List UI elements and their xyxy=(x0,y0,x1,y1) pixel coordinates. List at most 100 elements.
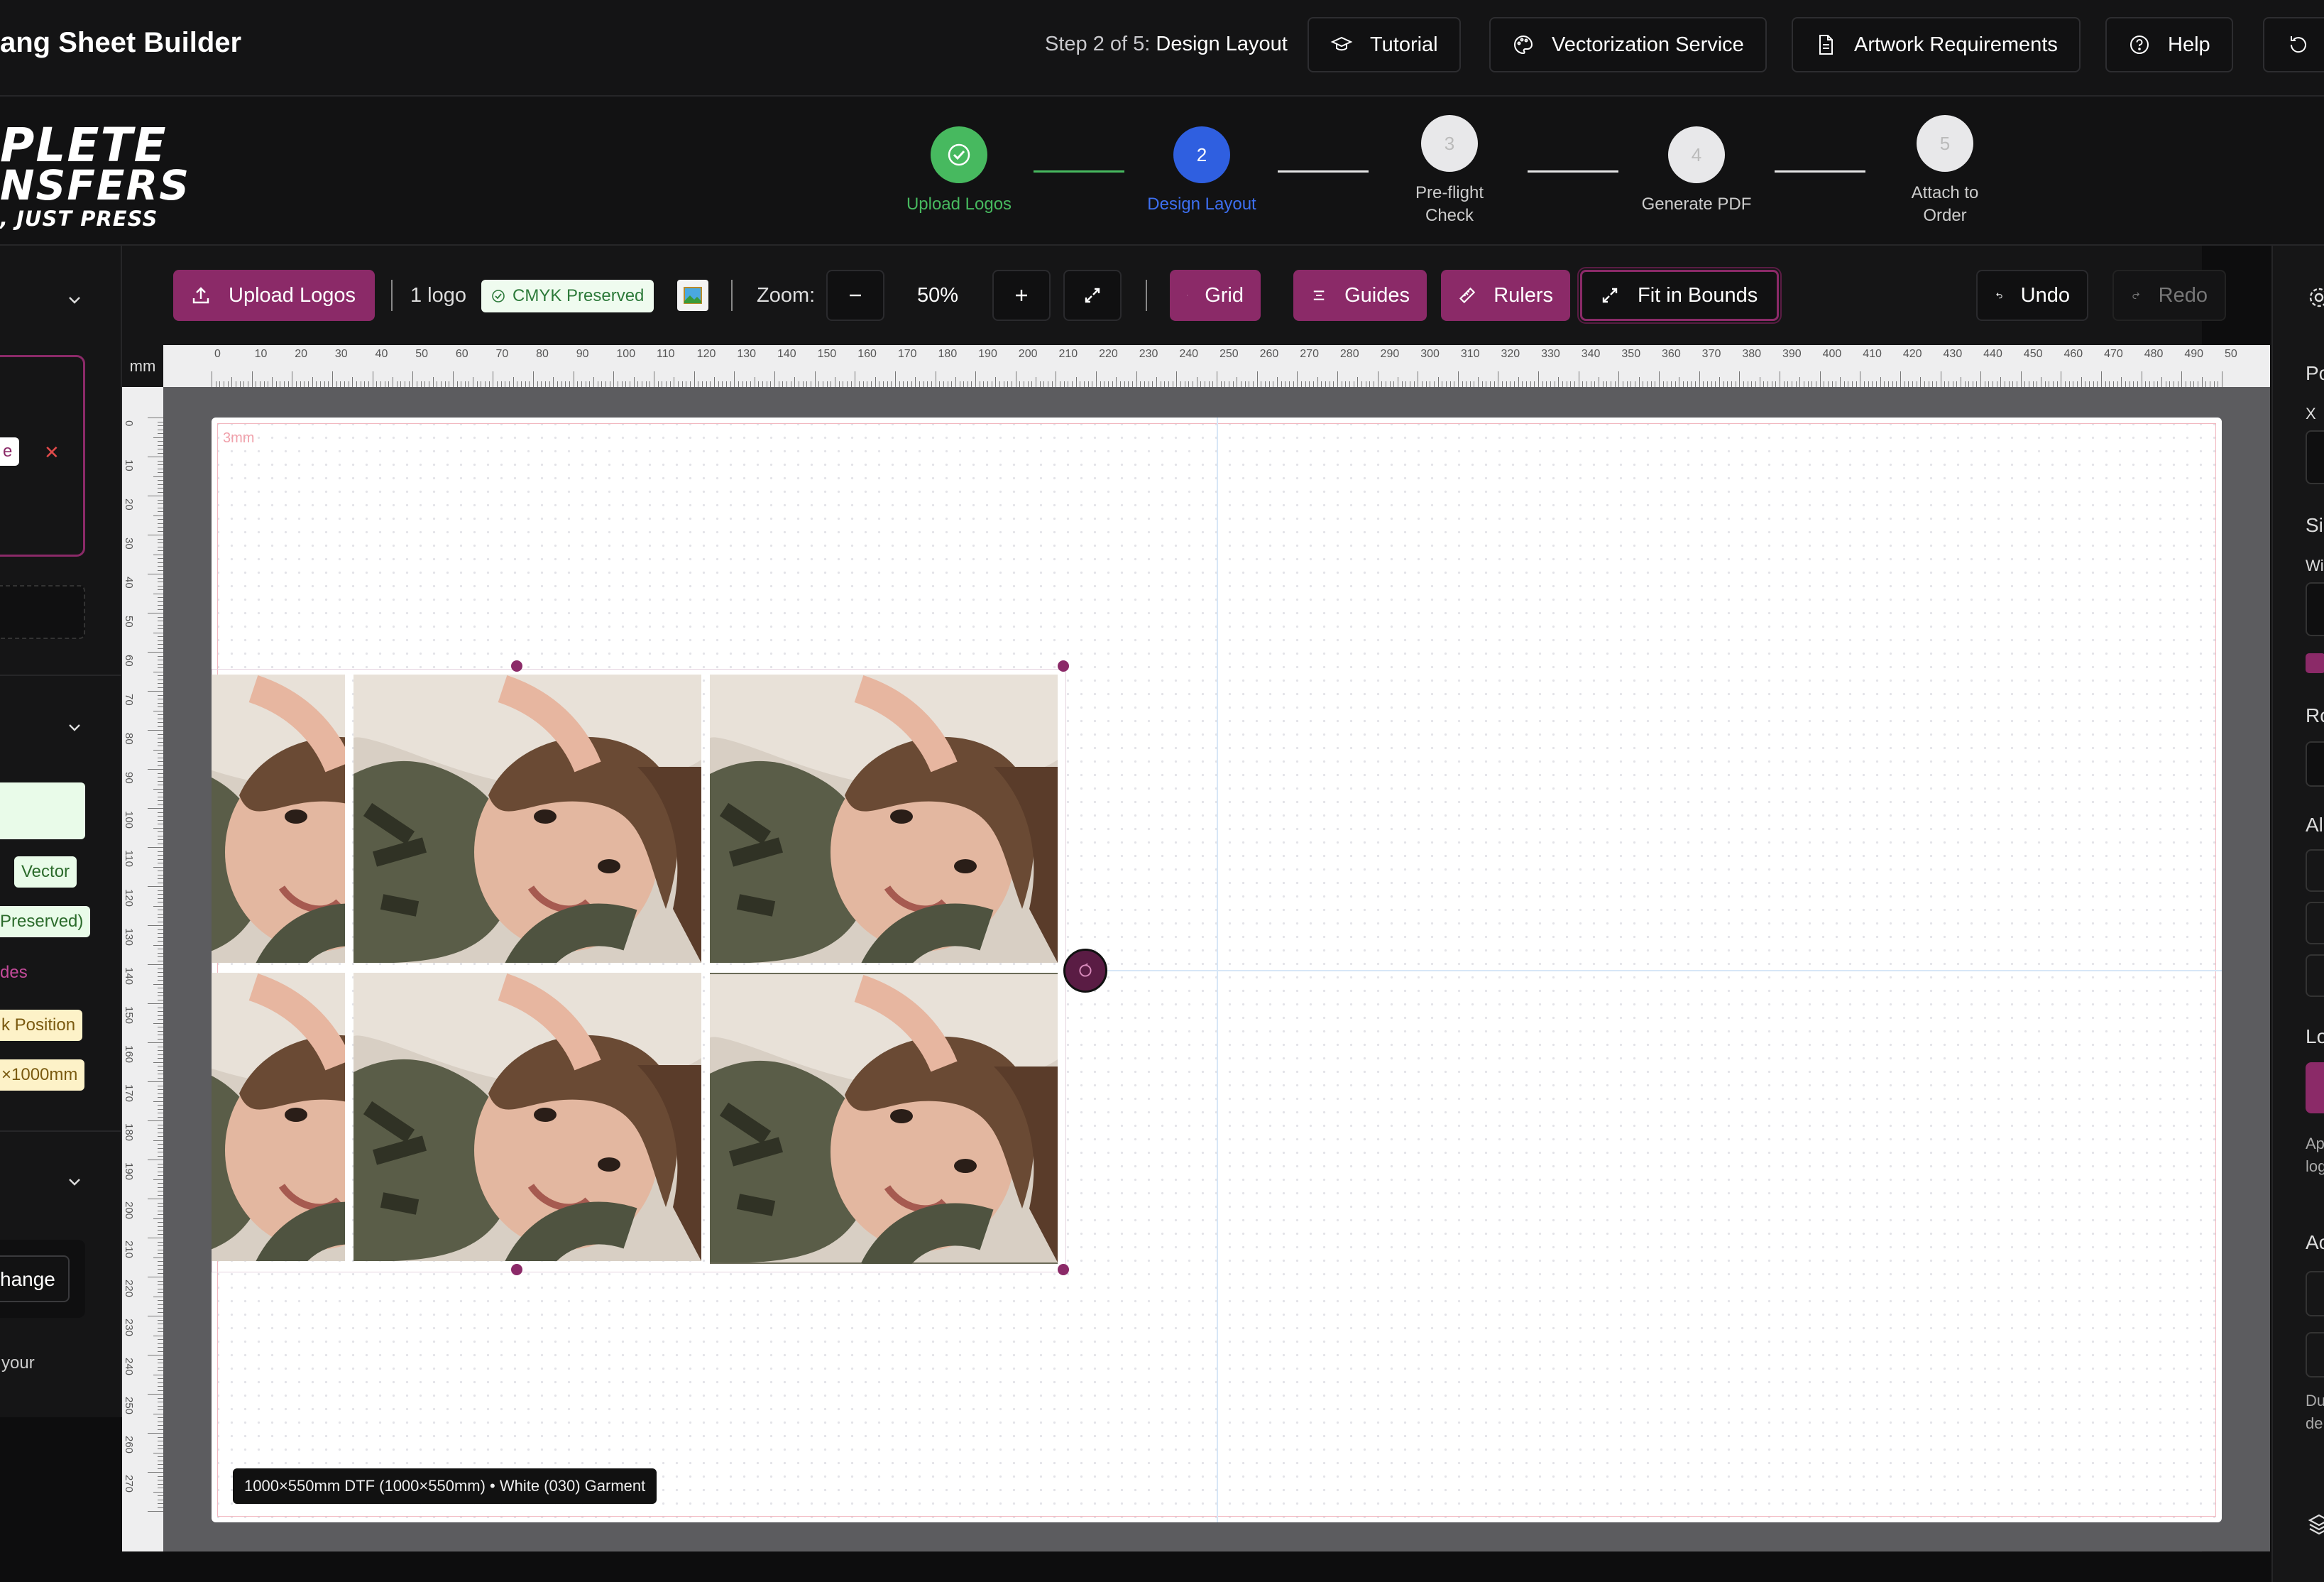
logo-tile[interactable] xyxy=(710,675,1058,963)
guides-toggle[interactable]: Guides xyxy=(1293,270,1427,321)
chevron-down-icon[interactable] xyxy=(65,1173,84,1191)
help-button[interactable]: Help xyxy=(2105,17,2233,72)
remove-x-icon[interactable]: ✕ xyxy=(44,442,60,464)
vectorization-button[interactable]: Vectorization Service xyxy=(1489,17,1767,72)
ruler-tick xyxy=(424,381,426,387)
step-generate-pdf[interactable]: 4 Generate PDF xyxy=(1611,126,1782,216)
width-input[interactable] xyxy=(2306,582,2324,636)
resize-handle[interactable] xyxy=(1058,1264,1069,1275)
ruler-tick xyxy=(1856,381,1857,387)
ruler-tick xyxy=(1345,381,1347,387)
ruler-tick xyxy=(158,491,163,493)
step-attach-order[interactable]: 5 Attach to Order xyxy=(1860,115,2030,227)
change-button[interactable]: hange xyxy=(0,1255,70,1302)
logo-tile[interactable] xyxy=(353,973,701,1261)
rotation-input[interactable] xyxy=(2306,741,2324,787)
step-upload-logos[interactable]: Upload Logos xyxy=(874,126,1044,216)
ruler-tick xyxy=(1445,381,1447,387)
ruler-tick xyxy=(1244,381,1246,387)
ruler-label: 250 xyxy=(123,1397,135,1415)
ruler-tick xyxy=(158,1339,163,1340)
ruler-tick xyxy=(158,753,163,754)
ruler-tick xyxy=(1156,377,1158,387)
ruler-tick xyxy=(158,1183,163,1184)
ruler-tick xyxy=(1051,381,1053,387)
ruler-tick xyxy=(814,371,816,387)
ruler-tick xyxy=(561,381,562,387)
chevron-down-icon[interactable] xyxy=(65,291,84,310)
zoom-out-button[interactable] xyxy=(826,270,884,321)
upload-logos-button[interactable]: Upload Logos xyxy=(173,270,375,321)
ruler-tick xyxy=(158,1265,163,1266)
ruler-label: 80 xyxy=(123,733,135,745)
ruler-tick xyxy=(891,381,892,387)
ruler-tick xyxy=(1787,381,1789,387)
ruler-tick xyxy=(1827,381,1829,387)
ruler-tick xyxy=(148,1120,163,1121)
lock-button[interactable] xyxy=(2306,1062,2324,1113)
logo-tile[interactable] xyxy=(710,973,1058,1264)
gang-sheet[interactable]: 3mm 1000×550mm DTF (1000×550mm) • White … xyxy=(212,418,2222,1522)
logo-tile[interactable] xyxy=(212,973,345,1261)
ruler-tick xyxy=(148,847,163,848)
logo-tile[interactable] xyxy=(212,675,345,963)
ruler-label: 160 xyxy=(123,1045,135,1064)
rotate-handle[interactable] xyxy=(1063,949,1107,993)
resize-handle[interactable] xyxy=(1058,660,1069,672)
artwork-requirements-button[interactable]: Artwork Requirements xyxy=(1792,17,2081,72)
resize-handle[interactable] xyxy=(511,660,522,672)
ruler-tick xyxy=(750,381,751,387)
ruler-tick xyxy=(903,381,904,387)
step-label: Attach to Order xyxy=(1911,183,1979,225)
fit-in-bounds-button[interactable]: Fit in Bounds xyxy=(1577,267,1782,324)
rulers-toggle[interactable]: Rulers xyxy=(1441,270,1570,321)
ruler-tick xyxy=(718,381,719,387)
ruler-tick xyxy=(1522,381,1523,387)
ruler-tick xyxy=(1413,381,1415,387)
x-input[interactable] xyxy=(2306,430,2324,484)
ruler-tick xyxy=(1542,381,1543,387)
ruler-tick xyxy=(1727,381,1728,387)
ruler-tick xyxy=(158,1280,163,1282)
image-preview-icon[interactable] xyxy=(677,280,708,311)
action-button[interactable] xyxy=(2306,1332,2324,1378)
step-preflight[interactable]: 3 Pre-flight Check xyxy=(1364,115,1535,227)
ruler-tick xyxy=(2205,381,2207,387)
ruler-tick xyxy=(1232,381,1234,387)
ruler-tick xyxy=(153,1218,163,1219)
ruler-tick xyxy=(307,381,309,387)
ruler-tick xyxy=(158,777,163,778)
ruler-tick xyxy=(158,694,163,696)
ruler-tick xyxy=(1843,381,1845,387)
layers-icon[interactable] xyxy=(2307,1512,2324,1537)
align-button[interactable] xyxy=(2306,849,2324,892)
zoom-in-button[interactable] xyxy=(992,270,1051,321)
ruler-tick xyxy=(444,381,446,387)
resize-handle[interactable] xyxy=(511,1264,522,1275)
reset-button[interactable] xyxy=(2263,17,2324,72)
grid-toggle[interactable]: Grid xyxy=(1170,270,1261,321)
align-button[interactable] xyxy=(2306,902,2324,944)
ruler-tick xyxy=(1478,377,1479,387)
ruler-tick xyxy=(1043,381,1045,387)
redo-button[interactable]: Redo xyxy=(2112,270,2226,321)
ruler-tick xyxy=(1956,381,1958,387)
align-button[interactable] xyxy=(2306,954,2324,997)
status-box xyxy=(0,782,85,839)
step-design-layout[interactable]: 2 Design Layout xyxy=(1117,126,1287,216)
aspect-lock-checkbox[interactable] xyxy=(2306,653,2324,673)
ruler-tick xyxy=(356,381,357,387)
graduation-cap-icon xyxy=(1330,36,1353,51)
ruler-tick xyxy=(158,1331,163,1332)
logo-tile[interactable] xyxy=(353,675,701,963)
ruler-tick xyxy=(158,1144,163,1145)
fullscreen-button[interactable] xyxy=(1063,270,1122,321)
ruler-tick xyxy=(158,1050,163,1051)
tutorial-button[interactable]: Tutorial xyxy=(1308,17,1461,72)
drop-zone[interactable] xyxy=(0,585,85,639)
ruler-tick xyxy=(1200,381,1202,387)
undo-button[interactable]: Undo xyxy=(1976,270,2088,321)
settings-gear-icon[interactable] xyxy=(2307,285,2324,310)
chevron-down-icon[interactable] xyxy=(65,719,84,737)
action-button[interactable] xyxy=(2306,1271,2324,1316)
